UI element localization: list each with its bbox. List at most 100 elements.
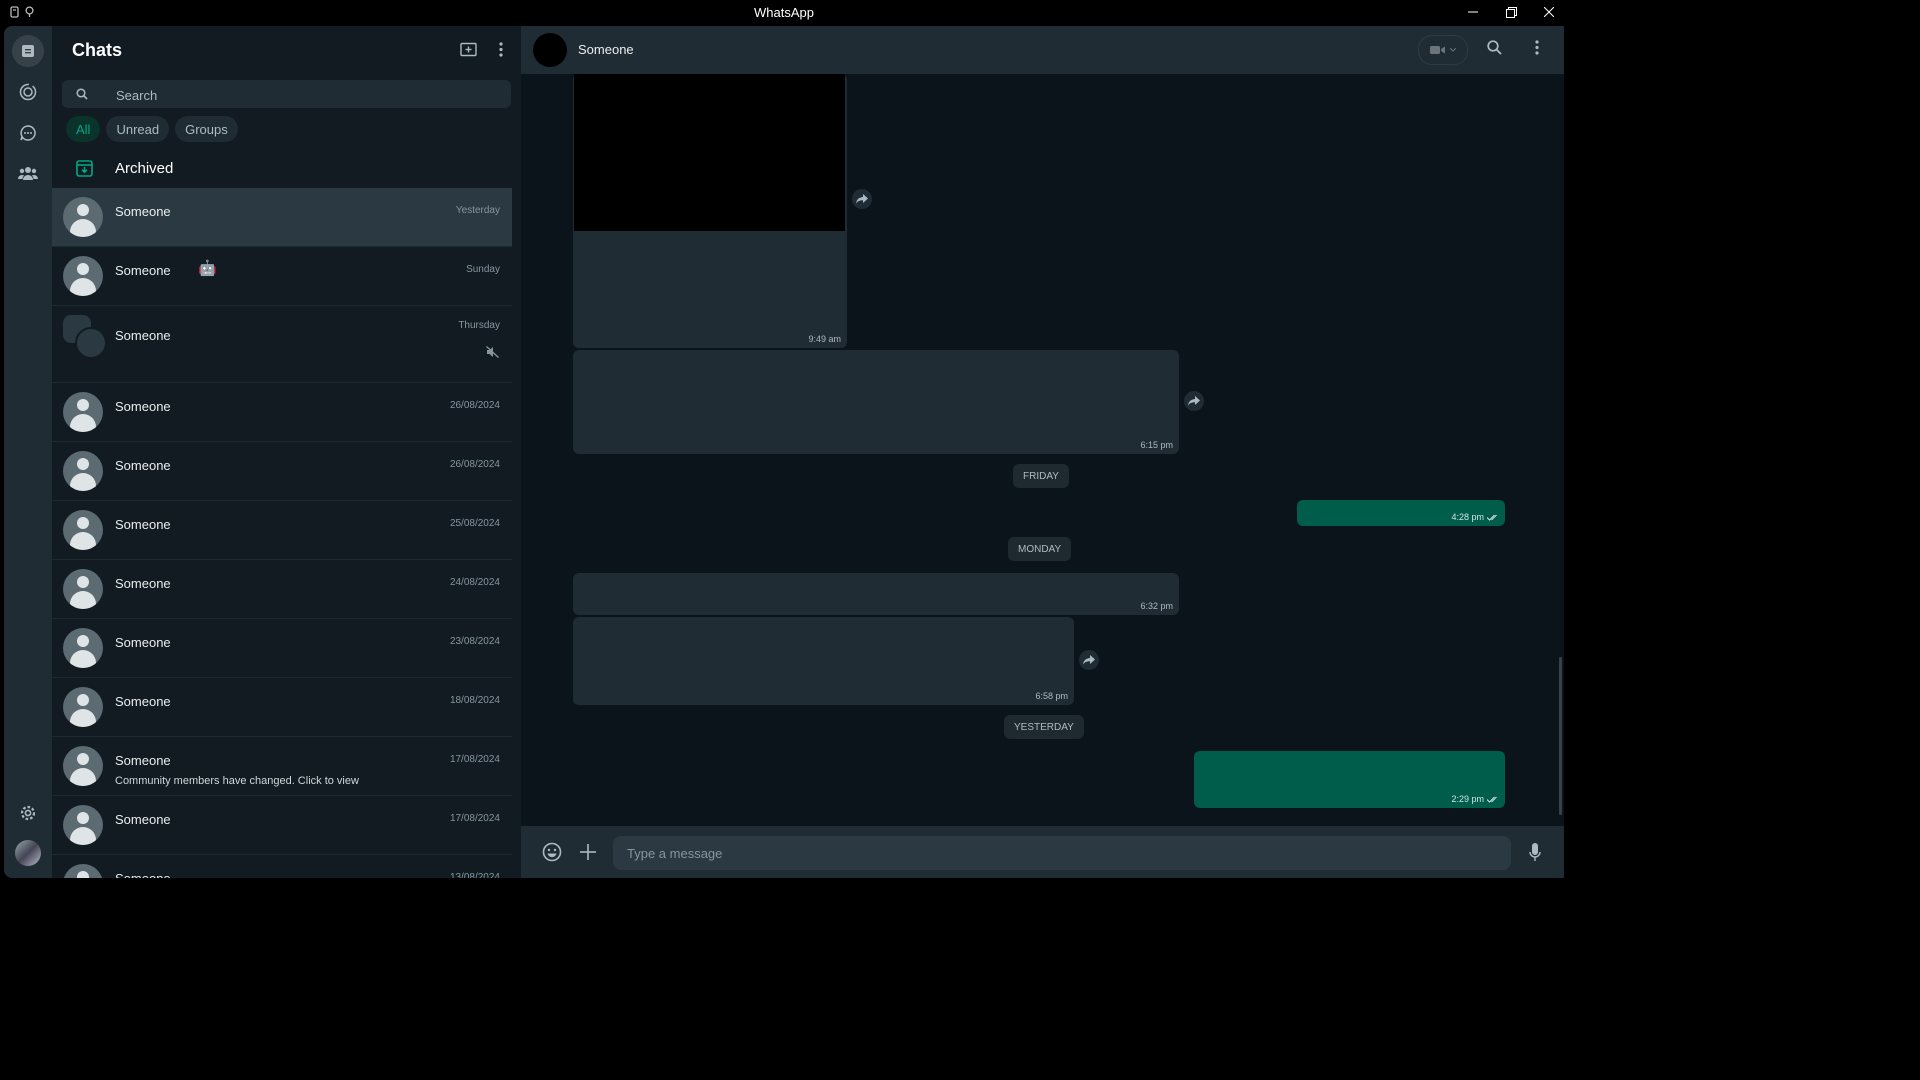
minimize-button[interactable] bbox=[1454, 0, 1492, 24]
forward-icon bbox=[1188, 396, 1200, 406]
settings-nav-button[interactable] bbox=[12, 797, 44, 829]
video-call-button[interactable] bbox=[1418, 35, 1468, 65]
chat-name: Someone bbox=[115, 263, 171, 278]
forward-button[interactable] bbox=[1184, 391, 1204, 411]
search-icon bbox=[76, 88, 88, 100]
forward-button[interactable] bbox=[852, 189, 872, 209]
chat-list-panel: Chats All Unread Groups Archived Someone… bbox=[52, 26, 521, 878]
window-title: WhatsApp bbox=[754, 5, 814, 20]
archive-icon bbox=[76, 160, 93, 177]
message-time: 4:28 pm bbox=[1451, 512, 1484, 522]
settings-icon bbox=[20, 805, 36, 821]
channels-nav-button[interactable] bbox=[12, 117, 44, 149]
chats-title: Chats bbox=[72, 40, 123, 60]
title-bar: WhatsApp bbox=[0, 0, 1568, 26]
message-time: 6:32 pm bbox=[1140, 601, 1173, 611]
default-avatar-icon bbox=[63, 510, 103, 550]
message-bubble-outgoing[interactable]: 2:29 pm bbox=[1194, 751, 1505, 808]
contact-avatar[interactable] bbox=[533, 33, 567, 67]
message-time: 9:49 am bbox=[808, 334, 841, 344]
chat-row[interactable]: Someone Thursday bbox=[52, 306, 512, 383]
attach-plus-icon[interactable] bbox=[580, 844, 596, 860]
communities-nav-button[interactable] bbox=[12, 157, 44, 189]
archived-row[interactable]: Archived bbox=[52, 152, 512, 188]
chat-time: 26/08/2024 bbox=[449, 400, 500, 411]
contact-name[interactable]: Someone bbox=[578, 42, 634, 57]
chat-row[interactable]: Someone 24/08/2024 bbox=[52, 560, 512, 619]
chat-row[interactable]: Someone 23/08/2024 bbox=[52, 619, 512, 678]
chat-name: Someone bbox=[115, 871, 171, 878]
chat-name: Someone bbox=[115, 576, 171, 591]
message-input[interactable] bbox=[613, 836, 1511, 870]
date-divider: YESTERDAY bbox=[1004, 715, 1084, 739]
chat-name: Someone bbox=[115, 694, 171, 709]
filter-all[interactable]: All bbox=[66, 116, 101, 142]
chat-time: 25/08/2024 bbox=[449, 518, 500, 529]
chat-name: Someone bbox=[115, 812, 171, 827]
chat-time: 18/08/2024 bbox=[449, 695, 500, 706]
close-button[interactable] bbox=[1530, 0, 1568, 24]
chat-name: Someone bbox=[115, 204, 171, 219]
chat-row[interactable]: Someone Sunday 🤖 bbox=[52, 247, 512, 306]
chat-row[interactable]: Someone 26/08/2024 bbox=[52, 383, 512, 442]
chat-time: 13/08/2024 bbox=[449, 872, 500, 878]
chat-row[interactable]: Someone 13/08/2024 bbox=[52, 855, 512, 878]
microphone-icon[interactable] bbox=[1529, 843, 1541, 862]
search-messages-icon[interactable] bbox=[1487, 40, 1502, 55]
date-divider: FRIDAY bbox=[1013, 464, 1069, 488]
chat-row[interactable]: Someone 17/08/2024 Community members have … bbox=[52, 737, 512, 796]
chat-row[interactable]: Someone 26/08/2024 bbox=[52, 442, 512, 501]
muted-icon bbox=[486, 346, 499, 358]
profile-button[interactable] bbox=[12, 837, 44, 869]
forward-button[interactable] bbox=[1079, 650, 1099, 670]
message-bubble-outgoing[interactable]: 4:28 pm bbox=[1297, 500, 1505, 526]
forward-icon bbox=[1083, 655, 1095, 665]
chat-row[interactable]: Someone 18/08/2024 bbox=[52, 678, 512, 737]
default-avatar-icon bbox=[63, 687, 103, 727]
read-receipt-icon bbox=[1487, 514, 1497, 521]
filter-unread[interactable]: Unread bbox=[106, 116, 170, 142]
restore-icon bbox=[1505, 6, 1517, 18]
status-icon bbox=[19, 83, 37, 101]
filter-groups[interactable]: Groups bbox=[175, 116, 238, 142]
search-input[interactable] bbox=[114, 84, 498, 106]
profile-avatar bbox=[15, 840, 41, 866]
chat-row[interactable]: Someone 25/08/2024 bbox=[52, 501, 512, 560]
conversation-menu-icon[interactable] bbox=[1535, 40, 1539, 55]
chat-rows: Someone Yesterday Someone Sunday 🤖 Someone Thu… bbox=[52, 188, 512, 878]
channels-icon bbox=[20, 125, 36, 141]
conversation-header[interactable]: Someone bbox=[521, 26, 1564, 74]
conversation-panel: Someone 9:49 am 6:15 pm FRIDAY 4:28 pm M… bbox=[521, 26, 1564, 878]
default-avatar-icon bbox=[63, 197, 103, 237]
chat-row[interactable]: Someone 17/08/2024 bbox=[52, 796, 512, 855]
restore-button[interactable] bbox=[1492, 0, 1530, 24]
message-bubble-incoming[interactable]: 6:32 pm bbox=[573, 573, 1179, 615]
default-avatar-icon bbox=[63, 569, 103, 609]
status-nav-button[interactable] bbox=[12, 76, 44, 108]
chat-time: 24/08/2024 bbox=[449, 577, 500, 588]
message-bubble-incoming[interactable]: 6:15 pm bbox=[573, 350, 1179, 454]
date-divider: MONDAY bbox=[1008, 537, 1072, 561]
chats-nav-button[interactable] bbox=[12, 35, 44, 67]
new-chat-icon[interactable] bbox=[460, 42, 477, 57]
emoji-icon[interactable] bbox=[542, 842, 562, 862]
message-time: 6:15 pm bbox=[1140, 440, 1173, 450]
close-icon bbox=[1544, 7, 1554, 17]
conversation-scrollbar[interactable] bbox=[1559, 657, 1562, 815]
menu-icon[interactable] bbox=[499, 42, 503, 57]
chat-name: Someone bbox=[115, 328, 171, 343]
message-bubble-incoming[interactable]: 6:58 pm bbox=[573, 617, 1074, 705]
message-bubble-incoming[interactable]: 9:49 am bbox=[573, 74, 847, 348]
chat-name: Someone bbox=[115, 753, 171, 768]
default-avatar-icon bbox=[63, 392, 103, 432]
chat-time: 26/08/2024 bbox=[449, 459, 500, 470]
media-image[interactable] bbox=[574, 74, 845, 231]
chat-preview: Community members have changed. Click to… bbox=[115, 775, 359, 787]
communities-icon bbox=[18, 167, 38, 180]
chat-time: 23/08/2024 bbox=[449, 636, 500, 647]
chat-name: Someone bbox=[115, 399, 171, 414]
chats-icon bbox=[22, 45, 34, 57]
read-receipt-icon bbox=[1487, 796, 1497, 803]
chat-row[interactable]: Someone Yesterday bbox=[52, 188, 512, 247]
chat-time: 17/08/2024 bbox=[449, 754, 500, 765]
